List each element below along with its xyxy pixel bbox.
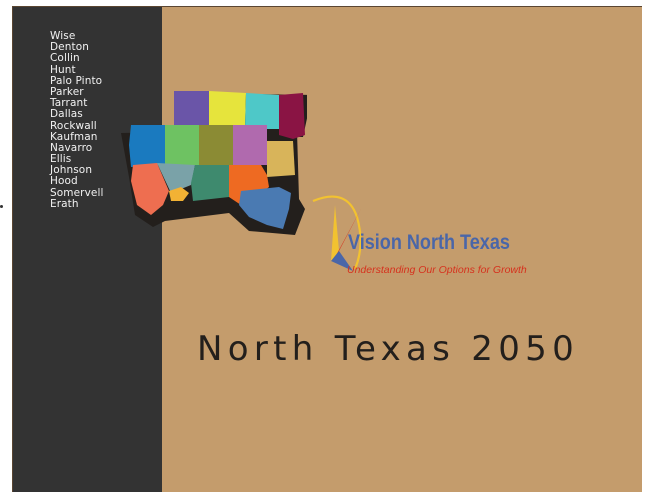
slide-title: North Texas 2050	[197, 329, 580, 369]
sidebar: Wise Denton Collin Hunt Palo Pinto Parke…	[13, 7, 162, 492]
county-rockwall	[267, 141, 295, 177]
compass-logo-icon	[312, 195, 362, 271]
county-denton	[209, 91, 246, 129]
logo-tagline: Understanding Our Options for Growth	[347, 264, 527, 276]
county-johnson	[191, 165, 229, 201]
county-hunt	[279, 93, 305, 139]
county-palo-pinto	[129, 125, 165, 167]
slide-canvas: Wise Denton Collin Hunt Palo Pinto Parke…	[12, 6, 642, 492]
county-item: Hood	[50, 175, 78, 188]
county-wise	[174, 91, 209, 129]
page-edge-mark	[0, 205, 3, 208]
north-texas-county-map	[121, 91, 307, 235]
logo-title: Vision North Texas	[348, 231, 510, 254]
county-collin	[245, 93, 279, 129]
county-item: Rockwall	[50, 119, 97, 132]
county-parker	[165, 125, 199, 165]
county-list: Wise Denton Collin Hunt Palo Pinto Parke…	[50, 30, 104, 210]
county-tarrant	[199, 125, 233, 165]
county-item: Collin	[50, 52, 80, 65]
county-dallas	[233, 125, 267, 165]
county-item: Erath	[50, 197, 79, 210]
county-item: Dallas	[50, 108, 83, 121]
